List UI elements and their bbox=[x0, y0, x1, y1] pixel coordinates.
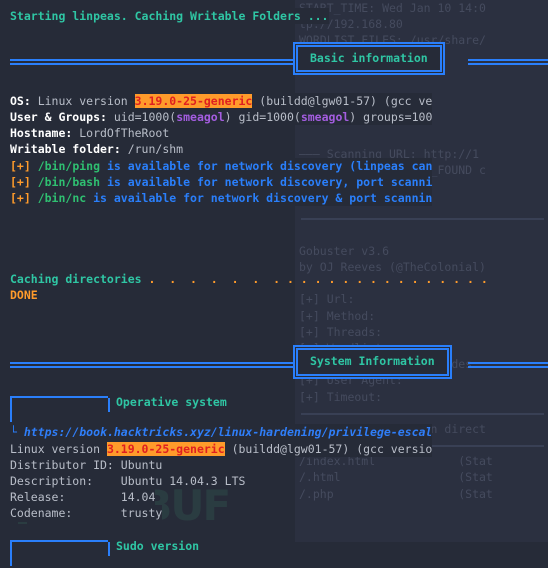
hacktricks-link[interactable]: https://book.hacktricks.xyz/linux-harden… bbox=[23, 424, 433, 441]
intro-text: Starting linpeas. Caching Writable Folde… bbox=[10, 8, 329, 25]
os-line: OS: Linux version 3.19.0-25-generic (bui… bbox=[0, 92, 548, 109]
lsb-pad bbox=[93, 473, 121, 490]
lsb-pad bbox=[113, 456, 121, 474]
hacktricks-link-line: └ https://book.hacktricks.xyz/linux-hard… bbox=[0, 424, 548, 441]
lsb-pad bbox=[65, 489, 121, 506]
subsection-bracket bbox=[10, 539, 110, 566]
user-name: smeagol bbox=[176, 108, 225, 126]
done-line: DONE bbox=[0, 287, 548, 304]
user-groups-line: User & Groups: uid=1000(smeagol) gid=100… bbox=[0, 108, 548, 126]
tool-path: /bin/bash bbox=[30, 173, 101, 190]
lsb-label: Release: bbox=[10, 489, 66, 506]
tool-line: [+] /bin/ping is available for network d… bbox=[0, 157, 548, 174]
lsb-row: Description: Ubuntu 14.04.3 LTS bbox=[0, 473, 548, 490]
section-rule-right bbox=[468, 362, 548, 365]
corner-glyph-icon: └ bbox=[10, 424, 24, 441]
user-gid: ) gid=1000( bbox=[224, 108, 301, 126]
subsection-title: Operative system bbox=[116, 395, 227, 410]
caching-progress-dots: . . . . . . . . . . . . . . . . . . . . … bbox=[141, 272, 488, 287]
writable-folder-label: Writable folder: bbox=[10, 141, 121, 158]
plus-marker-icon: [+] bbox=[10, 173, 31, 190]
section-header-box: System Information bbox=[293, 345, 452, 379]
subsection-bracket bbox=[10, 396, 110, 423]
tool-text: is available for network discovery (linp… bbox=[100, 157, 433, 174]
section-basic-information: Basic information bbox=[0, 38, 548, 87]
section-rule-right-2 bbox=[468, 63, 548, 66]
section-rule-right bbox=[468, 59, 548, 62]
section-title: System Information bbox=[310, 354, 435, 369]
os-suffix: (buildd@lgw01-57) (gcc ve bbox=[252, 92, 433, 109]
section-title: Basic information bbox=[310, 51, 428, 66]
section-system-information: System Information bbox=[0, 341, 548, 390]
hostname-label: Hostname: bbox=[10, 125, 73, 142]
section-header-inner: System Information bbox=[296, 348, 449, 376]
lsb-row: Codename: trusty bbox=[0, 505, 548, 522]
os-kernel-version: 3.19.0-25-generic bbox=[134, 93, 253, 108]
section-header-inner: Basic information bbox=[296, 45, 442, 73]
kernel-version: 3.19.0-25-generic bbox=[106, 441, 225, 456]
kernel-version-line: Linux version 3.19.0-25-generic (buildd@… bbox=[0, 440, 548, 457]
lsb-row: Distributor ID: Ubuntu bbox=[0, 456, 548, 474]
lsb-value: trusty bbox=[120, 505, 163, 522]
tool-line: [+] /bin/bash is available for network d… bbox=[0, 173, 548, 190]
lsb-label: Codename: bbox=[10, 505, 73, 522]
user-groups-tail: ) groups=100 bbox=[349, 108, 433, 126]
tool-text: is available for network discovery, port… bbox=[100, 173, 433, 190]
section-rule-right-2 bbox=[468, 366, 548, 369]
done-status: DONE bbox=[10, 287, 38, 304]
os-prefix: Linux version bbox=[30, 92, 135, 109]
kernel-prefix: Linux version bbox=[10, 440, 107, 457]
section-rule-left-2 bbox=[10, 63, 295, 66]
writable-folder-line: Writable folder: /run/shm bbox=[0, 141, 548, 158]
caching-line: Caching directories . . . . . . . . . . … bbox=[0, 271, 548, 288]
section-rule-left bbox=[10, 59, 295, 62]
subsection-operative-system: Operative system bbox=[0, 392, 548, 424]
tool-line: [+] /bin/nc is available for network dis… bbox=[0, 189, 548, 207]
lsb-value: Ubuntu bbox=[120, 456, 163, 474]
lsb-label: Distributor ID: bbox=[10, 456, 114, 474]
user-groups-label: User & Groups: bbox=[10, 108, 107, 126]
hostname-line: Hostname: LordOfTheRoot bbox=[0, 125, 548, 142]
tool-text: is available for network discovery & por… bbox=[86, 189, 433, 207]
hostname-value: LordOfTheRoot bbox=[72, 125, 170, 142]
subsection-title: Sudo version bbox=[116, 538, 200, 553]
lsb-pad bbox=[72, 505, 121, 522]
plus-marker-icon: [+] bbox=[10, 189, 31, 207]
lsb-value: 14.04 bbox=[120, 489, 156, 506]
lsb-value: Ubuntu 14.04.3 LTS bbox=[120, 473, 246, 490]
caching-label: Caching directories bbox=[10, 271, 142, 288]
intro-line: Starting linpeas. Caching Writable Folde… bbox=[0, 8, 548, 25]
section-header-box: Basic information bbox=[293, 42, 445, 76]
section-rule-left-2 bbox=[10, 366, 295, 369]
tool-path: /bin/ping bbox=[30, 157, 101, 174]
subsection-sudo-version: Sudo version bbox=[0, 536, 548, 568]
writable-folder-value: /run/shm bbox=[120, 141, 184, 158]
tool-path: /bin/nc bbox=[30, 189, 87, 207]
plus-marker-icon: [+] bbox=[10, 157, 31, 174]
section-rule-left bbox=[10, 362, 295, 365]
lsb-row: Release: 14.04 bbox=[0, 489, 548, 506]
kernel-suffix: (buildd@lgw01-57) (gcc versio bbox=[224, 440, 433, 457]
os-label: OS: bbox=[10, 92, 31, 109]
lsb-label: Description: bbox=[10, 473, 94, 490]
linpeas-terminal-output: Starting linpeas. Caching Writable Folde… bbox=[0, 0, 548, 566]
user-uid: uid=1000( bbox=[106, 108, 177, 126]
group-name: smeagol bbox=[300, 108, 350, 126]
